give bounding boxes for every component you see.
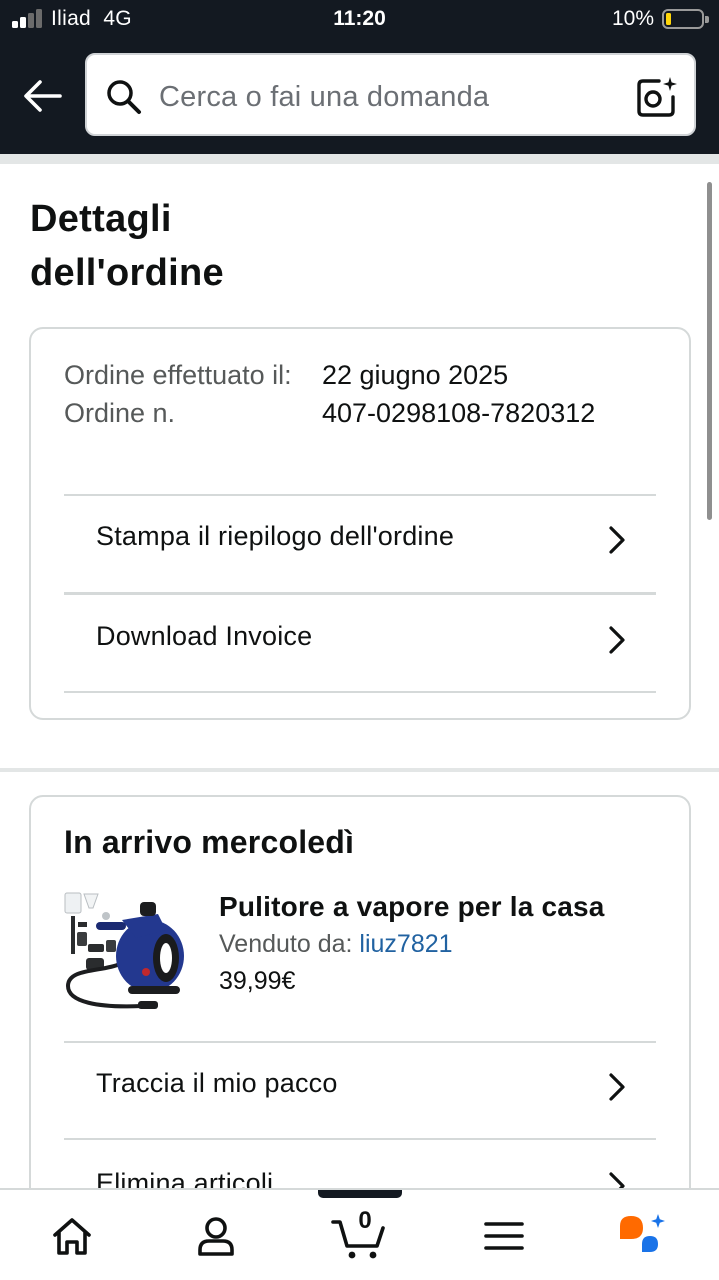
seller-info: Venduto da: liuz7821	[219, 930, 453, 959]
product-image[interactable]	[62, 888, 192, 1018]
print-order-summary-label: Stampa il riepilogo dell'ordine	[96, 521, 455, 551]
account-icon[interactable]	[188, 1208, 244, 1264]
chevron-right-icon	[609, 1073, 625, 1101]
order-number-label: Ordine n.	[64, 398, 176, 428]
product-price: 39,99€	[219, 967, 296, 995]
download-invoice-button[interactable]: Download Invoice	[64, 594, 656, 690]
search-bar[interactable]: Cerca o fai una domanda	[85, 53, 696, 136]
rufus-ai-icon[interactable]	[616, 1208, 672, 1264]
search-input[interactable]: Cerca o fai una domanda	[159, 81, 489, 114]
camera-lens-icon[interactable]	[635, 75, 679, 119]
product-title[interactable]: Pulitore a vapore per la casa	[219, 891, 605, 923]
search-icon	[107, 80, 141, 114]
top-header: Iliad 4G 11:20 10% Cerca o fai una doman…	[0, 0, 719, 154]
order-meta-values: 22 giugno 2025 407-0298108-7820312	[322, 356, 595, 432]
back-arrow-icon[interactable]	[22, 78, 62, 114]
chevron-right-icon	[609, 526, 625, 554]
scrollbar[interactable]	[707, 182, 712, 520]
sold-by-label: Venduto da:	[219, 930, 353, 958]
delivery-status-heading: In arrivo mercoledì	[64, 824, 355, 860]
order-number-value: 407-0298108-7820312	[322, 398, 596, 428]
section-separator	[0, 768, 719, 772]
page-title: Dettagli dell'ordine	[30, 198, 224, 294]
track-package-label: Traccia il mio pacco	[96, 1068, 338, 1098]
home-icon[interactable]	[44, 1208, 100, 1264]
cart-count-badge: 0	[358, 1207, 372, 1234]
status-bar: Iliad 4G 11:20 10%	[0, 0, 719, 40]
print-order-summary-button[interactable]: Stampa il riepilogo dell'ordine	[64, 494, 656, 590]
header-divider	[0, 154, 719, 164]
battery-percent: 10%	[612, 7, 655, 30]
chevron-right-icon	[609, 626, 625, 654]
order-date-value: 22 giugno 2025	[322, 360, 509, 390]
divider	[64, 691, 656, 693]
order-date-label: Ordine effettuato il:	[64, 360, 292, 390]
order-meta-labels: Ordine effettuato il: Ordine n.	[64, 356, 304, 432]
seller-link[interactable]: liuz7821	[359, 930, 452, 958]
download-invoice-label: Download Invoice	[96, 621, 313, 651]
track-package-button[interactable]: Traccia il mio pacco	[64, 1041, 656, 1137]
menu-icon[interactable]	[476, 1208, 532, 1264]
battery-icon	[662, 9, 709, 29]
active-tab-indicator	[318, 1190, 402, 1198]
